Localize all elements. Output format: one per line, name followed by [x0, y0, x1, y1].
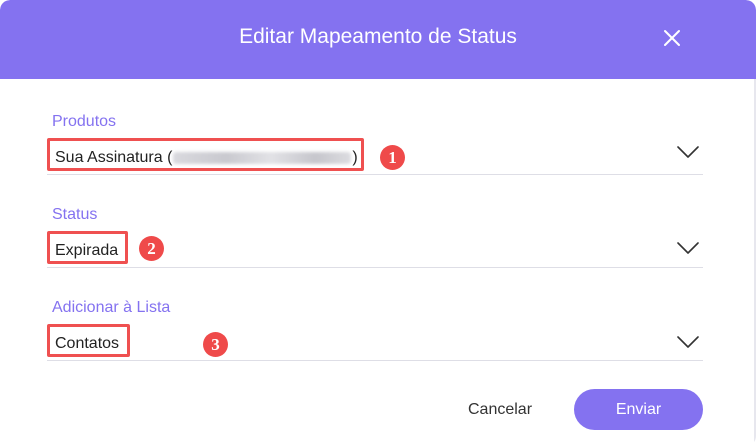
chevron-down-icon [677, 242, 699, 254]
close-button[interactable] [660, 26, 684, 50]
lista-select[interactable]: Contatos [47, 324, 703, 361]
lista-selected-value: Contatos [47, 324, 130, 357]
submit-button[interactable]: Enviar [574, 389, 703, 430]
step-badge-2: 2 [139, 236, 164, 261]
produtos-select[interactable]: Sua Assinatura () [47, 138, 703, 175]
produtos-value-suffix: ) [352, 149, 358, 166]
produtos-selected-value: Sua Assinatura () [47, 138, 364, 171]
field-label-produtos: Produtos [52, 113, 117, 130]
field-label-adicionar-lista: Adicionar à Lista [52, 299, 171, 316]
status-selected-value: Expirada [47, 231, 128, 264]
redacted-text [173, 151, 352, 164]
step-badge-1: 1 [380, 145, 405, 170]
chevron-down-icon [677, 336, 699, 348]
field-label-status: Status [52, 206, 98, 223]
dialog-header: Editar Mapeamento de Status [0, 0, 756, 79]
close-icon [664, 30, 680, 46]
cancel-button[interactable]: Cancelar [452, 390, 548, 430]
produtos-value-prefix: Sua Assinatura ( [55, 149, 173, 166]
dialog-title: Editar Mapeamento de Status [239, 25, 517, 48]
chevron-down-icon [677, 146, 699, 158]
edit-status-mapping-dialog: Editar Mapeamento de Status Produtos Sua… [0, 0, 756, 446]
step-badge-3: 3 [203, 332, 228, 357]
